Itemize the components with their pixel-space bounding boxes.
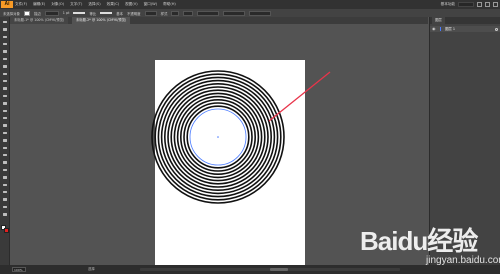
maximize-button[interactable] (485, 2, 490, 7)
menu-item-2[interactable]: 对象(O) (51, 2, 64, 7)
panel-tab-bar: 图层 (430, 17, 500, 24)
rectangle-tool-icon[interactable] (2, 72, 8, 76)
hand-tool-icon[interactable] (2, 205, 8, 209)
selection-status: 未选择对象 (3, 11, 20, 16)
layer-row[interactable]: ◉ 图层 1 (430, 26, 500, 32)
variable-width-line-icon[interactable] (73, 12, 86, 14)
selection-tool-icon[interactable] (2, 20, 8, 24)
shape-builder-icon[interactable] (2, 131, 8, 135)
watermark-url: jingyan.baidu.com (426, 255, 500, 266)
menu-bar: Ai 文件(F) 编辑(E) 对象(O) 文字(T) 选择(S) 效果(C) 视图(V) 窗口… (0, 0, 500, 9)
status-tool: 选择 (88, 267, 95, 271)
menu-item-5[interactable]: 效果(C) (107, 2, 120, 7)
scale-tool-icon[interactable] (2, 109, 8, 113)
transform-w-field[interactable] (249, 10, 272, 16)
stroke-color-swatch[interactable] (3, 227, 9, 233)
tab-document-1[interactable]: 未标题-1* @ 100% (CMYK/预览) (10, 17, 69, 24)
menubar-right: 基本功能 (441, 1, 498, 8)
layer-color-indicator (440, 27, 441, 31)
paintbrush-icon[interactable] (2, 79, 8, 83)
menu-item-1[interactable]: 编辑(E) (33, 2, 45, 7)
opacity-field[interactable] (144, 10, 157, 16)
perspective-grid-icon[interactable] (2, 138, 8, 142)
minimize-button[interactable] (477, 2, 482, 7)
eraser-icon[interactable] (2, 94, 8, 98)
width-tool-icon[interactable] (2, 116, 8, 120)
zoom-tool-icon[interactable] (2, 212, 8, 216)
brush-line-icon[interactable] (100, 12, 113, 14)
zoom-field[interactable]: 100% (12, 267, 26, 272)
lasso-icon[interactable] (2, 42, 8, 46)
app-logo: Ai (1, 1, 13, 8)
search-field[interactable] (458, 2, 474, 7)
profile-label: 等比 (89, 11, 97, 16)
mesh-tool-icon[interactable] (2, 146, 8, 150)
stroke-weight-value: 1 pt (62, 11, 70, 15)
blend-tool-icon[interactable] (2, 168, 8, 172)
close-button[interactable] (493, 2, 498, 7)
pen-tool-icon[interactable] (2, 50, 8, 54)
graph-tool-icon[interactable] (2, 183, 8, 187)
tab-document-2[interactable]: 未标题-2* @ 100% (CMYK/预览) (72, 17, 131, 24)
gradient-tool-icon[interactable] (2, 153, 8, 157)
menu-item-8[interactable]: 帮助(H) (163, 2, 176, 7)
watermark-brand: Baidu经验 (360, 226, 478, 256)
symbol-sprayer-icon[interactable] (2, 175, 8, 179)
workspace-switcher[interactable]: 基本功能 (441, 2, 455, 7)
menu-item-6[interactable]: 视图(V) (125, 2, 137, 7)
eye-icon[interactable]: ◉ (432, 27, 436, 31)
center-point (217, 136, 219, 138)
pencil-icon[interactable] (2, 87, 8, 91)
rotate-tool-icon[interactable] (2, 101, 8, 105)
stroke-weight-field[interactable] (44, 10, 59, 16)
stroke-label: 描边 (33, 11, 41, 16)
menu-item-7[interactable]: 窗口(W) (144, 2, 158, 7)
opacity-label[interactable]: 不透明度 (127, 11, 141, 16)
menu-items: 文件(F) 编辑(E) 对象(O) 文字(T) 选择(S) 效果(C) 视图(V) 窗口(W)… (15, 0, 176, 9)
layer-target-icon[interactable] (495, 27, 498, 31)
control-bar: 未选择对象 描边 1 pt 等比 基本 不透明度 样式 (0, 9, 500, 17)
type-tool-icon[interactable] (2, 57, 8, 61)
document-tab-bar: 未标题-1* @ 100% (CMYK/预览) 未标题-2* @ 100% (C… (10, 17, 428, 24)
menu-item-4[interactable]: 选择(S) (88, 2, 100, 7)
style-label[interactable]: 样式 (161, 11, 168, 16)
free-transform-icon[interactable] (2, 124, 8, 128)
watermark: Baidu经验 jingyan.baidu.com (360, 221, 500, 274)
artboard-tool-icon[interactable] (2, 190, 8, 194)
line-tool-icon[interactable] (2, 64, 8, 68)
transform-x-field[interactable] (197, 10, 220, 16)
eyedropper-icon[interactable] (2, 161, 8, 165)
scrollbar-thumb[interactable] (270, 268, 288, 271)
menu-item-3[interactable]: 文字(T) (70, 2, 82, 7)
brush-label: 基本 (116, 11, 124, 16)
align-options[interactable] (183, 10, 194, 16)
style-picker[interactable] (171, 10, 180, 16)
direct-selection-tool-icon[interactable] (2, 27, 8, 31)
tab-layers[interactable]: 图层 (432, 17, 445, 24)
transform-y-field[interactable] (223, 10, 246, 16)
slice-tool-icon[interactable] (2, 198, 8, 202)
tools-panel (0, 17, 10, 265)
menu-item-0[interactable]: 文件(F) (15, 2, 27, 7)
magic-wand-icon[interactable] (2, 35, 8, 39)
annotation-arrow (268, 71, 331, 122)
illustrator-window: Ai 文件(F) 编辑(E) 对象(O) 文字(T) 选择(S) 效果(C) 视图(V) 窗口… (0, 0, 500, 274)
layer-name[interactable]: 图层 1 (445, 26, 455, 32)
fill-swatch[interactable] (23, 10, 30, 16)
